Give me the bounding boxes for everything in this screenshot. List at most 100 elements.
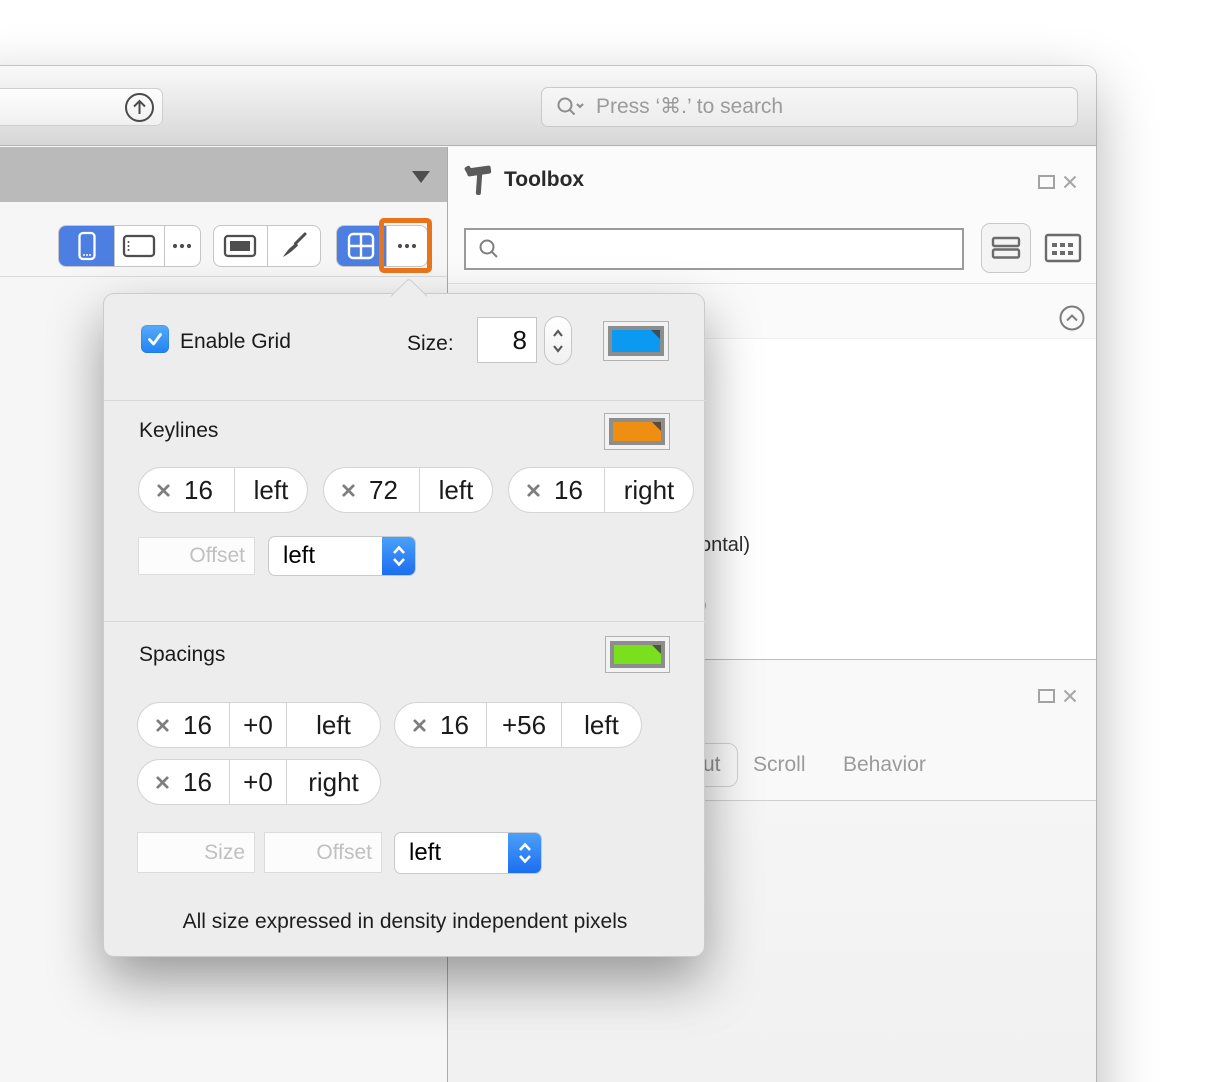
close-icon[interactable] xyxy=(1062,174,1078,190)
widget-frame-button[interactable] xyxy=(214,226,267,266)
spacing-size-input[interactable] xyxy=(138,833,254,872)
spacing-offset: +0 xyxy=(229,703,286,747)
enable-grid-label: Enable Grid xyxy=(180,330,291,353)
remove-icon[interactable] xyxy=(341,483,356,498)
upload-circle-icon xyxy=(125,93,154,122)
spacing-value: 16 xyxy=(183,766,212,797)
widget-icon xyxy=(224,234,257,258)
global-search-input[interactable] xyxy=(586,95,1077,119)
keyline-position-value: left xyxy=(283,542,316,569)
phone-icon xyxy=(77,231,96,261)
collapse-section-icon[interactable] xyxy=(1059,305,1085,331)
dropdown-arrows-icon xyxy=(382,537,415,575)
design-surface-header xyxy=(0,147,447,202)
main-toolbar xyxy=(0,66,1096,146)
appearance-segmented-control xyxy=(213,225,321,267)
search-menu-icon xyxy=(557,97,584,116)
search-icon xyxy=(479,239,498,258)
spacing-chip[interactable]: 16 +0 right xyxy=(137,759,381,805)
share-button[interactable] xyxy=(0,88,163,126)
spacing-offset-input[interactable] xyxy=(265,833,381,872)
grid-settings-popover: Enable Grid Size: Keylines xyxy=(103,293,706,957)
theme-brush-button[interactable] xyxy=(266,226,320,266)
popover-footer-note: All size expressed in density independen… xyxy=(182,910,628,933)
divider xyxy=(104,400,706,401)
spacings-title: Spacings xyxy=(139,643,226,666)
device-phone-button[interactable] xyxy=(59,226,115,266)
remove-icon[interactable] xyxy=(155,718,170,733)
spacing-chip[interactable]: 16 +56 left xyxy=(394,702,642,748)
keyline-value: 16 xyxy=(554,474,583,505)
grid-size-input[interactable] xyxy=(478,318,536,362)
divider xyxy=(104,621,706,622)
grid-color-swatch xyxy=(608,326,664,356)
list-view-icon xyxy=(991,236,1021,259)
spacing-offset: +56 xyxy=(486,703,561,747)
tablet-icon xyxy=(123,234,156,258)
keylines-color-well[interactable] xyxy=(604,413,670,450)
remove-icon[interactable] xyxy=(155,775,170,790)
screenshot-root: Toolbox xyxy=(0,0,1210,1082)
annotation-highlight-box xyxy=(379,218,432,273)
stepper-arrows-icon xyxy=(553,328,563,353)
color-notch-icon xyxy=(652,645,661,654)
grid-size-stepper[interactable] xyxy=(544,316,572,365)
tab-scroll[interactable]: Scroll xyxy=(753,753,806,777)
device-segmented-control xyxy=(58,225,201,267)
toolbox-search-field[interactable] xyxy=(464,228,964,270)
spacing-alignment: left xyxy=(286,703,380,747)
keyline-alignment: left xyxy=(419,468,492,512)
dropdown-arrows-icon xyxy=(508,833,541,873)
keylines-title: Keylines xyxy=(139,419,219,442)
spacings-color-swatch xyxy=(610,641,665,668)
remove-icon[interactable] xyxy=(412,718,427,733)
keyline-alignment: right xyxy=(604,468,693,512)
spacing-alignment: left xyxy=(561,703,641,747)
spacing-offset: +0 xyxy=(229,760,286,804)
size-label: Size: xyxy=(407,332,454,355)
spacing-value: 16 xyxy=(183,709,212,740)
checkmark-icon xyxy=(148,333,162,346)
close-icon[interactable] xyxy=(1062,688,1078,704)
divider xyxy=(0,276,447,277)
spacings-color-well[interactable] xyxy=(605,636,670,673)
toolbox-search-input[interactable] xyxy=(500,237,962,261)
remove-icon[interactable] xyxy=(156,483,171,498)
more-icon xyxy=(173,243,192,249)
spacing-chip[interactable]: 16 +0 left xyxy=(137,702,381,748)
keylines-color-swatch xyxy=(609,418,665,445)
device-tablet-button[interactable] xyxy=(114,226,163,266)
keyline-offset-field xyxy=(138,537,255,575)
color-notch-icon xyxy=(652,422,661,431)
global-search-field[interactable] xyxy=(541,87,1078,127)
grid-view-icon xyxy=(1044,233,1082,263)
keyline-chip[interactable]: 16 right xyxy=(508,467,694,513)
list-item[interactable]: ontal) xyxy=(700,534,750,557)
keyline-chip[interactable]: 16 left xyxy=(138,467,308,513)
float-window-icon[interactable] xyxy=(1038,689,1055,703)
tab-behavior[interactable]: Behavior xyxy=(843,753,926,777)
spacing-position-value: left xyxy=(409,839,442,866)
spacing-size-field xyxy=(137,832,255,873)
grid-color-well[interactable] xyxy=(603,321,669,361)
spacing-value: 16 xyxy=(440,709,469,740)
keyline-chip[interactable]: 72 left xyxy=(323,467,493,513)
remove-icon[interactable] xyxy=(526,483,541,498)
enable-grid-checkbox[interactable] xyxy=(141,325,169,353)
keyline-offset-input[interactable] xyxy=(139,538,254,574)
grid-size-field xyxy=(477,317,537,363)
hammer-icon xyxy=(464,165,492,196)
toolbox-title: Toolbox xyxy=(504,168,585,191)
list-view-button[interactable] xyxy=(981,223,1031,273)
grid-view-button[interactable] xyxy=(1042,231,1084,265)
device-more-button[interactable] xyxy=(163,226,200,266)
grid-icon xyxy=(348,232,375,260)
keyline-value: 16 xyxy=(184,474,213,505)
spacing-alignment: right xyxy=(286,760,380,804)
spacing-position-dropdown[interactable]: left xyxy=(394,832,542,874)
chevron-down-icon[interactable] xyxy=(412,171,430,183)
keyline-alignment: left xyxy=(234,468,307,512)
spacing-offset-field xyxy=(264,832,382,873)
keyline-position-dropdown[interactable]: left xyxy=(268,536,416,576)
float-window-icon[interactable] xyxy=(1038,175,1055,189)
